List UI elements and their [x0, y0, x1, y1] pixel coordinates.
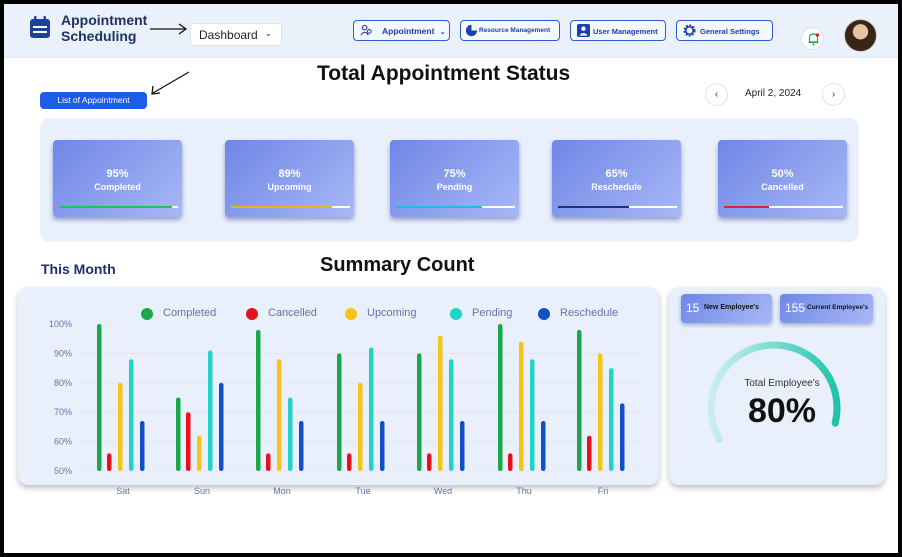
bar-upcoming-sun[interactable]: [197, 435, 202, 471]
bar-upcoming-tue[interactable]: [358, 382, 363, 471]
total-employee-percent: 80%: [747, 392, 817, 430]
bar-upcoming-mon[interactable]: [277, 359, 282, 471]
bar-upcoming-sat[interactable]: [118, 382, 123, 471]
bar-reschedule-thu[interactable]: [541, 421, 546, 471]
bar-cancelled-sat[interactable]: [107, 453, 112, 471]
bar-pending-wed[interactable]: [449, 359, 454, 471]
bar-reschedule-tue[interactable]: [380, 421, 385, 471]
y-tick-label: 80%: [54, 378, 72, 388]
current-employee-label: Current Employee's: [807, 304, 869, 311]
x-tick-label: Tue: [355, 486, 370, 496]
x-tick-label: Wed: [434, 486, 452, 496]
bar-reschedule-sat[interactable]: [140, 421, 145, 471]
current-employee-chip[interactable]: 155 Current Employee's: [780, 294, 873, 323]
bar-pending-fri[interactable]: [609, 368, 614, 471]
bar-cancelled-tue[interactable]: [347, 453, 352, 471]
bar-upcoming-thu[interactable]: [519, 341, 524, 471]
bar-reschedule-wed[interactable]: [460, 421, 465, 471]
bar-completed-thu[interactable]: [498, 324, 503, 471]
new-employee-label: New Employee's: [704, 304, 759, 311]
x-tick-label: Sat: [116, 486, 130, 496]
bar-upcoming-wed[interactable]: [438, 335, 443, 471]
x-tick-label: Fri: [598, 486, 609, 496]
bar-reschedule-sun[interactable]: [219, 382, 224, 471]
y-tick-label: 50%: [54, 466, 72, 476]
y-tick-label: 100%: [49, 319, 72, 329]
bar-completed-sun[interactable]: [176, 397, 181, 472]
y-tick-label: 70%: [54, 407, 72, 417]
bar-cancelled-mon[interactable]: [266, 453, 271, 471]
bar-completed-wed[interactable]: [417, 353, 422, 471]
x-tick-label: Mon: [273, 486, 291, 496]
bar-pending-thu[interactable]: [530, 359, 535, 471]
bar-pending-tue[interactable]: [369, 347, 374, 471]
new-employee-count: 15: [686, 301, 700, 315]
bar-cancelled-thu[interactable]: [508, 453, 513, 471]
bar-upcoming-fri[interactable]: [598, 353, 603, 471]
bar-completed-mon[interactable]: [256, 329, 261, 471]
current-employee-count: 155: [785, 301, 806, 315]
y-tick-label: 90%: [54, 348, 72, 358]
bar-completed-fri[interactable]: [577, 329, 582, 471]
bar-pending-sun[interactable]: [208, 350, 213, 471]
bar-reschedule-fri[interactable]: [620, 403, 625, 471]
x-tick-label: Thu: [516, 486, 532, 496]
bar-completed-sat[interactable]: [97, 324, 102, 471]
x-tick-label: Sun: [194, 486, 210, 496]
bar-completed-tue[interactable]: [337, 353, 342, 471]
total-employee-label: Total Employee's: [744, 378, 820, 389]
y-tick-label: 60%: [54, 437, 72, 447]
bar-pending-mon[interactable]: [288, 397, 293, 472]
new-employee-chip[interactable]: 15 New Employee's: [681, 294, 772, 323]
bar-pending-sat[interactable]: [129, 359, 134, 471]
bar-cancelled-wed[interactable]: [427, 453, 432, 471]
bar-reschedule-mon[interactable]: [299, 421, 304, 471]
bar-cancelled-fri[interactable]: [587, 435, 592, 471]
bar-cancelled-sun[interactable]: [186, 412, 191, 471]
app-window: Appointment Scheduling Dashboard ⌄ Appoi…: [4, 4, 898, 553]
